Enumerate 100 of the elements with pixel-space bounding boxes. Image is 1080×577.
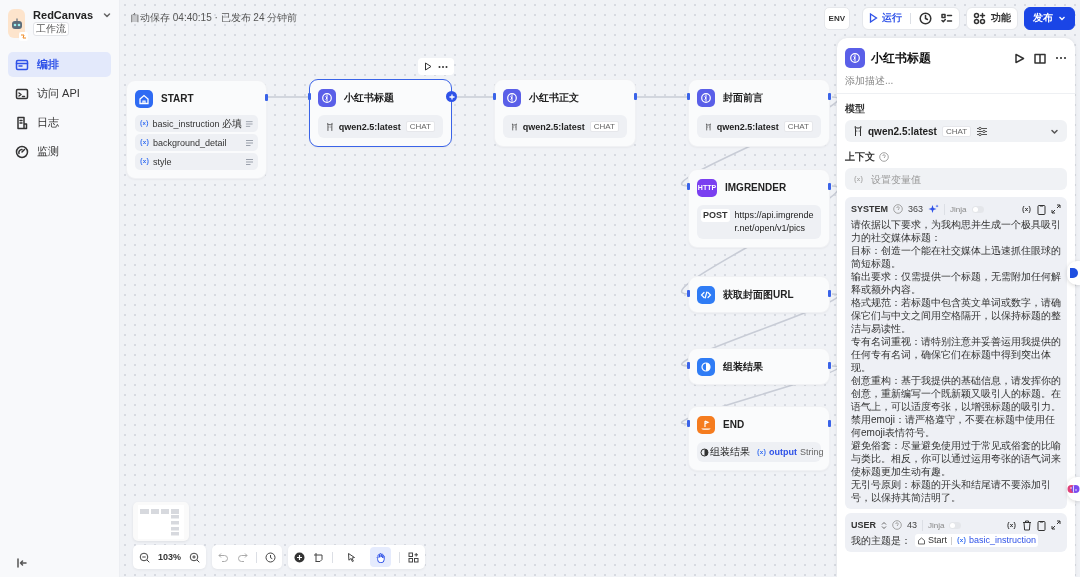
node-title: 封面前言	[723, 90, 763, 105]
robot-icon	[9, 16, 24, 31]
add-node-button[interactable]	[446, 91, 457, 102]
sidebar-item[interactable]: 访问 API	[8, 81, 111, 106]
connection-handle[interactable]	[687, 183, 690, 190]
home-icon	[917, 536, 926, 545]
prompt-text: 专有名词重视：请特别注意并妥善运用我提供的任何专有名词，确保它们在标题中得到突出体现。	[851, 335, 1061, 374]
chevron-down-icon[interactable]	[103, 11, 111, 19]
history-icon[interactable]	[265, 551, 277, 563]
grid-add-icon[interactable]	[408, 551, 420, 563]
workflow-node[interactable]: 组装结果	[688, 348, 830, 385]
model-select[interactable]: qwen2.5:latest CHAT	[845, 120, 1067, 142]
zoom-level: 103%	[158, 552, 182, 562]
role-label[interactable]: USER	[851, 520, 876, 530]
prompt-text: 禁用emoji：请严格遵守，不要在标题中使用任何emoji表情符号。	[851, 413, 1056, 439]
connection-handle[interactable]	[828, 93, 831, 100]
terminal-icon	[15, 86, 29, 101]
connection-handle[interactable]	[687, 362, 690, 369]
clipboard-icon[interactable]	[1037, 203, 1046, 215]
variable-icon	[956, 536, 967, 545]
play-icon	[869, 13, 878, 23]
expand-icon[interactable]	[1051, 204, 1061, 214]
clipboard-icon[interactable]	[1037, 519, 1046, 531]
jinja-toggle[interactable]	[949, 521, 962, 529]
context-field[interactable]: 设置变量值	[845, 168, 1067, 190]
variable-icon	[139, 157, 150, 166]
zoom-in-icon[interactable]	[189, 551, 201, 563]
more-icon[interactable]	[438, 64, 448, 69]
node-title: IMGRENDER	[725, 182, 787, 193]
connection-handle[interactable]	[687, 420, 690, 427]
token-count: 363	[908, 204, 924, 214]
features-button[interactable]: 功能	[966, 6, 1018, 30]
variable-icon[interactable]	[1006, 520, 1017, 530]
token-count: 43	[907, 520, 918, 530]
expand-icon[interactable]	[1051, 520, 1061, 530]
workflow-icon	[19, 32, 29, 41]
url-text: https://api.imgrender.net/open/v1/pics	[734, 209, 815, 235]
app-type-tag: 工作流	[33, 22, 70, 36]
code-icon	[697, 285, 715, 304]
trash-icon[interactable]	[1022, 519, 1032, 531]
sidebar-item[interactable]: 编排	[8, 52, 111, 77]
workflow-node[interactable]: 小红书正文 qwen2.5:latest CHAT	[494, 79, 636, 147]
connection-handle[interactable]	[493, 93, 496, 100]
connection-handle[interactable]	[828, 420, 831, 427]
env-button[interactable]: ENV	[823, 6, 850, 30]
model-icon	[697, 88, 715, 107]
publish-button[interactable]: 发布	[1024, 6, 1075, 30]
connection-handle[interactable]	[828, 183, 831, 190]
save-status: 自动保存 04:40:15 · 已发布 24 分钟前	[130, 11, 298, 25]
lines-icon	[245, 119, 254, 128]
lines-icon	[245, 157, 254, 166]
more-icon[interactable]	[1055, 56, 1067, 60]
workflow-node[interactable]: END 组装结果 output String	[688, 406, 830, 471]
field-label: 上下文	[845, 150, 875, 164]
sidebar-item[interactable]: 日志	[8, 110, 111, 135]
description-field[interactable]: 添加描述...	[845, 74, 1067, 87]
jinja-label: Jinja	[928, 520, 945, 530]
sidebar-item[interactable]: 监测	[8, 139, 111, 164]
zoom-out-icon[interactable]	[139, 551, 150, 563]
node-title: END	[723, 419, 745, 430]
variable-row: style	[135, 153, 258, 170]
play-icon[interactable]	[424, 62, 432, 71]
workflow-node[interactable]: 小红书标题 qwen2.5:latest CHAT	[309, 79, 452, 147]
model-name: qwen2.5:latest	[716, 121, 779, 132]
prompt-text: 我的主题是：	[851, 534, 911, 547]
jinja-label: Jinja	[950, 204, 967, 214]
node-title: 小红书标题	[344, 90, 394, 105]
help-icon	[892, 520, 902, 530]
pointer-icon	[346, 551, 358, 563]
history-run-icon[interactable]	[919, 11, 932, 25]
checklist-icon[interactable]	[940, 11, 953, 25]
workflow-node[interactable]: 获取封面图URL	[688, 276, 830, 313]
play-icon[interactable]	[1014, 52, 1025, 64]
connection-handle[interactable]	[687, 93, 690, 100]
connection-handle[interactable]	[828, 290, 831, 297]
hand-tool-button[interactable]	[370, 547, 392, 567]
add-note-icon[interactable]	[313, 551, 325, 563]
add-node-icon[interactable]	[294, 551, 306, 563]
workflow-node[interactable]: START basic_instruction 必填 background_detail style	[126, 80, 267, 179]
workflow-node[interactable]: 封面前言 qwen2.5:latest CHAT	[688, 79, 830, 147]
jinja-toggle[interactable]	[971, 205, 984, 213]
variable-icon	[756, 447, 767, 457]
mode-tag: CHAT	[783, 121, 813, 132]
sort-icon	[881, 520, 887, 530]
home-icon	[135, 89, 153, 108]
connection-handle[interactable]	[828, 362, 831, 369]
mode-tag: CHAT	[405, 121, 435, 132]
collapse-sidebar-icon[interactable]	[16, 557, 28, 569]
connection-handle[interactable]	[687, 290, 690, 297]
field-label: 模型	[845, 102, 866, 116]
connection-handle[interactable]	[634, 93, 637, 100]
prompt-text: 请依据以下要求，为我构思并生成一个极具吸引力的社交媒体标题：	[851, 218, 1061, 244]
book-icon[interactable]	[1034, 52, 1046, 64]
variable-icon[interactable]	[1021, 204, 1032, 214]
connection-handle[interactable]	[265, 94, 268, 101]
connection-handle[interactable]	[308, 93, 311, 100]
variable-icon	[853, 175, 864, 184]
run-button[interactable]: 运行	[869, 11, 902, 25]
method-tag: POST	[701, 209, 730, 222]
type-label: String	[800, 447, 824, 457]
